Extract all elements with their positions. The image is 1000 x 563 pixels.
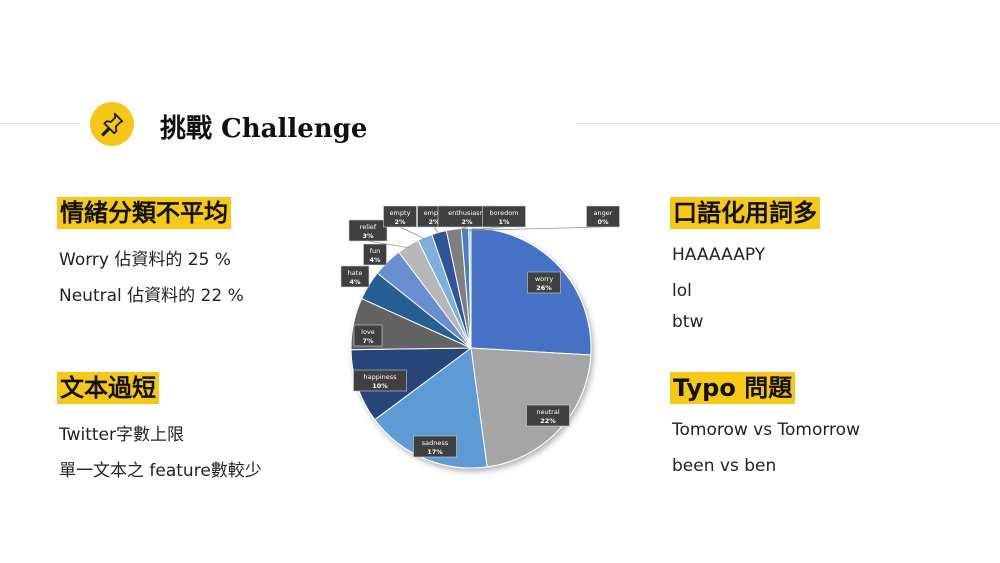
header-rule-right	[576, 123, 1000, 124]
data-label-value: 2%	[394, 218, 406, 226]
data-label-name: fun	[370, 247, 381, 255]
data-label-name: anger	[594, 209, 613, 217]
section-heading-colloquial: 口語化用詞多	[670, 197, 820, 229]
leader-line	[399, 226, 426, 240]
data-label-value: 7%	[362, 337, 374, 345]
data-label-value: 22%	[540, 417, 556, 425]
data-label-name: enthusiasm	[448, 209, 486, 217]
text-line: btw	[672, 312, 704, 332]
text-line: Worry 佔資料的 25 %	[59, 250, 231, 270]
data-label-name: empty	[390, 209, 411, 217]
leader-line	[469, 226, 604, 231]
data-label-name: love	[361, 328, 375, 336]
emotion-pie-chart: worry26% neutral22% sadness17% happiness10%…	[340, 205, 620, 469]
data-label-value: 10%	[372, 382, 388, 390]
data-label-name: worry	[535, 275, 554, 283]
section-heading-short-text: 文本過短	[57, 372, 159, 404]
data-label-value: 4%	[349, 278, 361, 286]
text-line: HAAAAAPY	[672, 245, 766, 265]
text-line: Tomorow vs Tomorrow	[672, 420, 860, 440]
section-heading-imbalance: 情緒分類不平均	[57, 197, 231, 229]
text-line: been vs ben	[672, 456, 777, 476]
data-label-value: 26%	[536, 284, 552, 292]
data-label-value: 2%	[461, 218, 473, 226]
text-line: lol	[672, 281, 692, 301]
data-label-value: 3%	[362, 232, 374, 240]
page-title: 挑戰 Challenge	[160, 114, 368, 144]
header-rule-left	[0, 123, 80, 124]
pushpin-icon	[90, 102, 134, 146]
text-line: 單一文本之 feature數較少	[59, 461, 262, 481]
data-label-name: neutral	[536, 408, 559, 416]
data-label-name: boredom	[489, 209, 518, 217]
data-label-value: 0%	[597, 218, 609, 226]
section-heading-typo: Typo 問題	[670, 372, 796, 404]
data-label-value: 17%	[427, 448, 443, 456]
data-label-value: 1%	[498, 218, 510, 226]
data-label-name: sadness	[422, 439, 449, 447]
data-label-name: hate	[348, 269, 363, 277]
data-label-name: happiness	[363, 373, 397, 381]
text-line: Twitter字數上限	[59, 425, 184, 445]
data-label-name: relief	[360, 223, 377, 231]
text-line: Neutral 佔資料的 22 %	[59, 286, 244, 306]
data-label-value: 4%	[369, 256, 381, 264]
